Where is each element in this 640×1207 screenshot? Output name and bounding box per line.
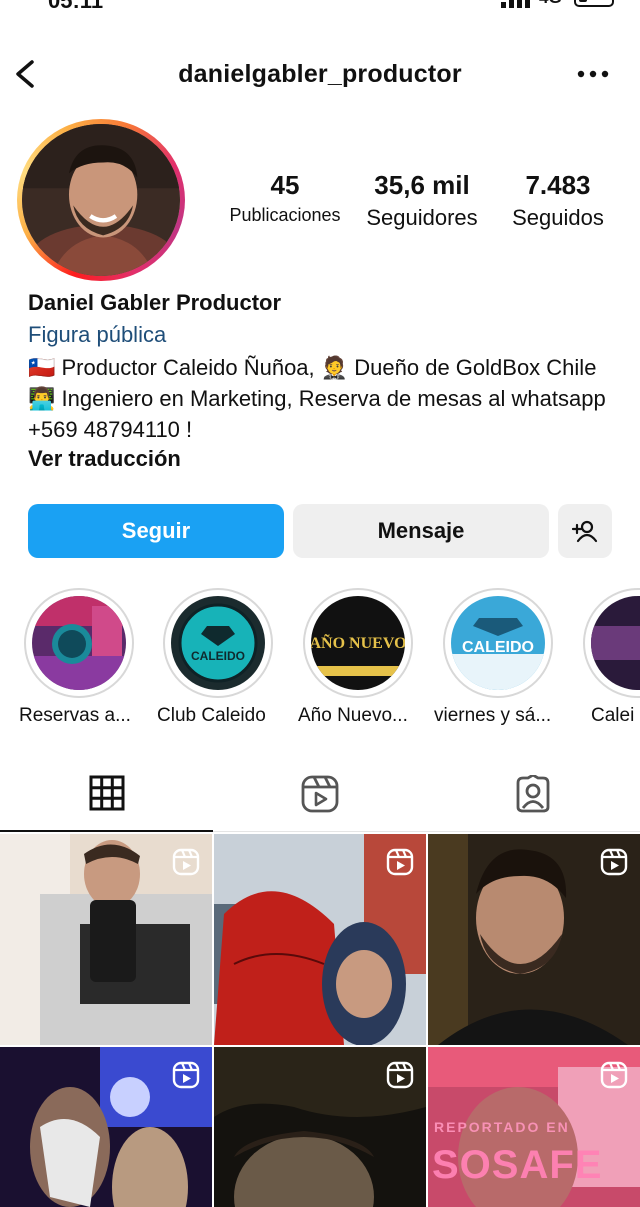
highlight-cover xyxy=(583,588,640,698)
grid-icon xyxy=(89,775,124,811)
highlight-cover xyxy=(24,588,134,698)
add-user-icon xyxy=(571,520,598,543)
highlight-label: viernes y sá... xyxy=(434,705,552,726)
tab-tagged[interactable] xyxy=(426,756,639,832)
profile-category[interactable]: Figura pública xyxy=(28,322,166,348)
tab-grid[interactable] xyxy=(0,756,213,832)
reel-badge-icon xyxy=(600,848,628,876)
post-thumbnail[interactable] xyxy=(214,1047,426,1207)
watermark-text: REPORTADO EN xyxy=(434,1119,570,1135)
highlight-cover: CALEIDO xyxy=(443,588,553,698)
tab-reels[interactable] xyxy=(213,756,426,832)
story-highlights: Reservas a... CALEIDO Club Caleido AÑO N… xyxy=(0,588,640,738)
post-thumbnail[interactable]: REPORTADO EN SOSAFE xyxy=(428,1047,640,1207)
profile-name: Daniel Gabler Productor xyxy=(28,290,282,315)
highlight-image-text: AÑO NUEVO xyxy=(311,633,405,652)
post-thumbnail[interactable] xyxy=(0,1047,212,1207)
battery-icon xyxy=(574,0,614,7)
following-count[interactable]: 7.483 Seguidos xyxy=(500,170,616,231)
highlight-label: Club Caleido xyxy=(157,705,266,726)
see-translation-link[interactable]: Ver traducción xyxy=(28,446,181,472)
profile-header: danielgabler_productor xyxy=(0,48,640,102)
suggested-users-button[interactable] xyxy=(558,504,612,558)
profile-tabs xyxy=(0,756,640,832)
followers-count[interactable]: 35,6 mil Seguidores xyxy=(358,170,486,231)
reels-icon xyxy=(301,775,338,813)
story-ring[interactable] xyxy=(17,119,185,281)
followers-count-label: Seguidores xyxy=(366,205,478,230)
watermark-logo: SOSAFE xyxy=(432,1143,603,1187)
post-thumbnail[interactable] xyxy=(214,834,426,1045)
posts-grid: REPORTADO EN SOSAFE xyxy=(0,834,640,1207)
reel-badge-icon xyxy=(172,1061,200,1089)
avatar[interactable] xyxy=(22,124,180,276)
highlight-cover: AÑO NUEVO xyxy=(303,588,413,698)
posts-count[interactable]: 45 Publicaciones xyxy=(224,170,346,226)
profile-bio: 🇨🇱 Productor Caleido Ñuñoa, 🤵 Dueño de G… xyxy=(28,355,606,442)
network-type: 4G xyxy=(539,0,562,8)
post-thumbnail[interactable] xyxy=(428,834,640,1045)
follow-button[interactable]: Seguir xyxy=(28,504,284,558)
status-bar: 05:11 4G xyxy=(0,0,640,13)
highlight-label: Calei xyxy=(591,705,635,726)
following-count-value: 7.483 xyxy=(525,170,591,200)
reel-badge-icon xyxy=(600,1061,628,1089)
highlight-image-text: CALEIDO xyxy=(191,649,245,663)
post-thumbnail[interactable] xyxy=(0,834,212,1045)
followers-count-value: 35,6 mil xyxy=(374,170,470,200)
reel-badge-icon xyxy=(386,848,414,876)
highlight-image-text: CALEIDO xyxy=(462,639,534,656)
message-button[interactable]: Mensaje xyxy=(293,504,549,558)
posts-count-label: Publicaciones xyxy=(229,205,341,225)
highlight-cover: CALEIDO xyxy=(163,588,273,698)
posts-count-value: 45 xyxy=(270,170,300,200)
more-options-icon[interactable] xyxy=(574,56,612,92)
tagged-icon xyxy=(516,775,549,813)
highlight-label: Año Nuevo... xyxy=(298,705,408,726)
header-username: danielgabler_productor xyxy=(178,60,462,88)
reel-badge-icon xyxy=(386,1061,414,1089)
signal-icon xyxy=(501,0,530,8)
status-time: 05:11 xyxy=(48,0,104,13)
highlight-label: Reservas a... xyxy=(19,705,131,726)
reel-badge-icon xyxy=(172,848,200,876)
following-count-label: Seguidos xyxy=(512,205,604,230)
